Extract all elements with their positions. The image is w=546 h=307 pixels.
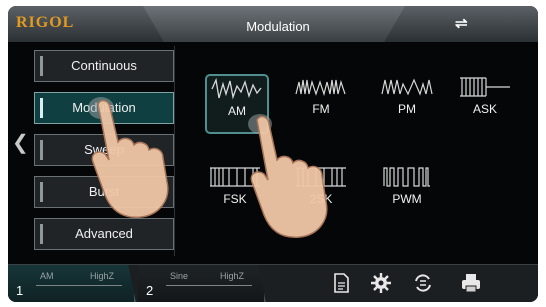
channel-wave: AM <box>40 271 54 281</box>
title-bar: RIGOL Modulation ⇌ <box>8 6 538 42</box>
collapse-arrow-icon[interactable]: ❮ <box>12 130 29 155</box>
modulation-label: PWM <box>392 192 422 206</box>
channel-number: 2 <box>146 283 154 298</box>
modulation-pwm[interactable]: PWM <box>377 164 437 220</box>
pointing-hand-icon <box>88 97 169 218</box>
page-title: Modulation <box>246 19 310 34</box>
ask-wave-icon <box>460 77 510 97</box>
channel-1-tab[interactable]: 1 AM HighZ <box>8 265 136 302</box>
printer-icon[interactable] <box>460 272 482 294</box>
channel-bar: 1 AM HighZ 2 Sine HighZ <box>8 264 538 302</box>
am-wave-icon <box>211 77 262 100</box>
pointing-hand-icon <box>248 114 328 238</box>
rigol-logo: RIGOL <box>16 14 75 31</box>
fm-wave-icon <box>295 79 346 97</box>
modulation-ask[interactable]: ASK <box>455 74 515 130</box>
mode-button-continuous[interactable]: Continuous <box>34 50 174 82</box>
channel-number: 1 <box>16 283 24 298</box>
channel-2-tab[interactable]: 2 Sine HighZ <box>138 265 266 302</box>
sync-icon[interactable] <box>412 272 434 294</box>
modulation-label: ASK <box>472 102 497 116</box>
screen: RIGOL Modulation ⇌ Continuous Modulation… <box>8 6 538 302</box>
document-icon[interactable] <box>330 272 352 294</box>
modulation-pm[interactable]: PM <box>377 74 437 130</box>
mode-button-advanced[interactable]: Advanced <box>34 218 174 250</box>
gear-icon[interactable] <box>370 272 392 294</box>
channel-wave: Sine <box>170 271 189 281</box>
channel-load: HighZ <box>220 271 245 281</box>
channel-load: HighZ <box>90 271 115 281</box>
pwm-wave-icon <box>383 167 430 187</box>
pm-wave-icon <box>381 78 433 96</box>
usb-icon: ⇌ <box>455 15 468 32</box>
modulation-label: PM <box>398 102 416 116</box>
